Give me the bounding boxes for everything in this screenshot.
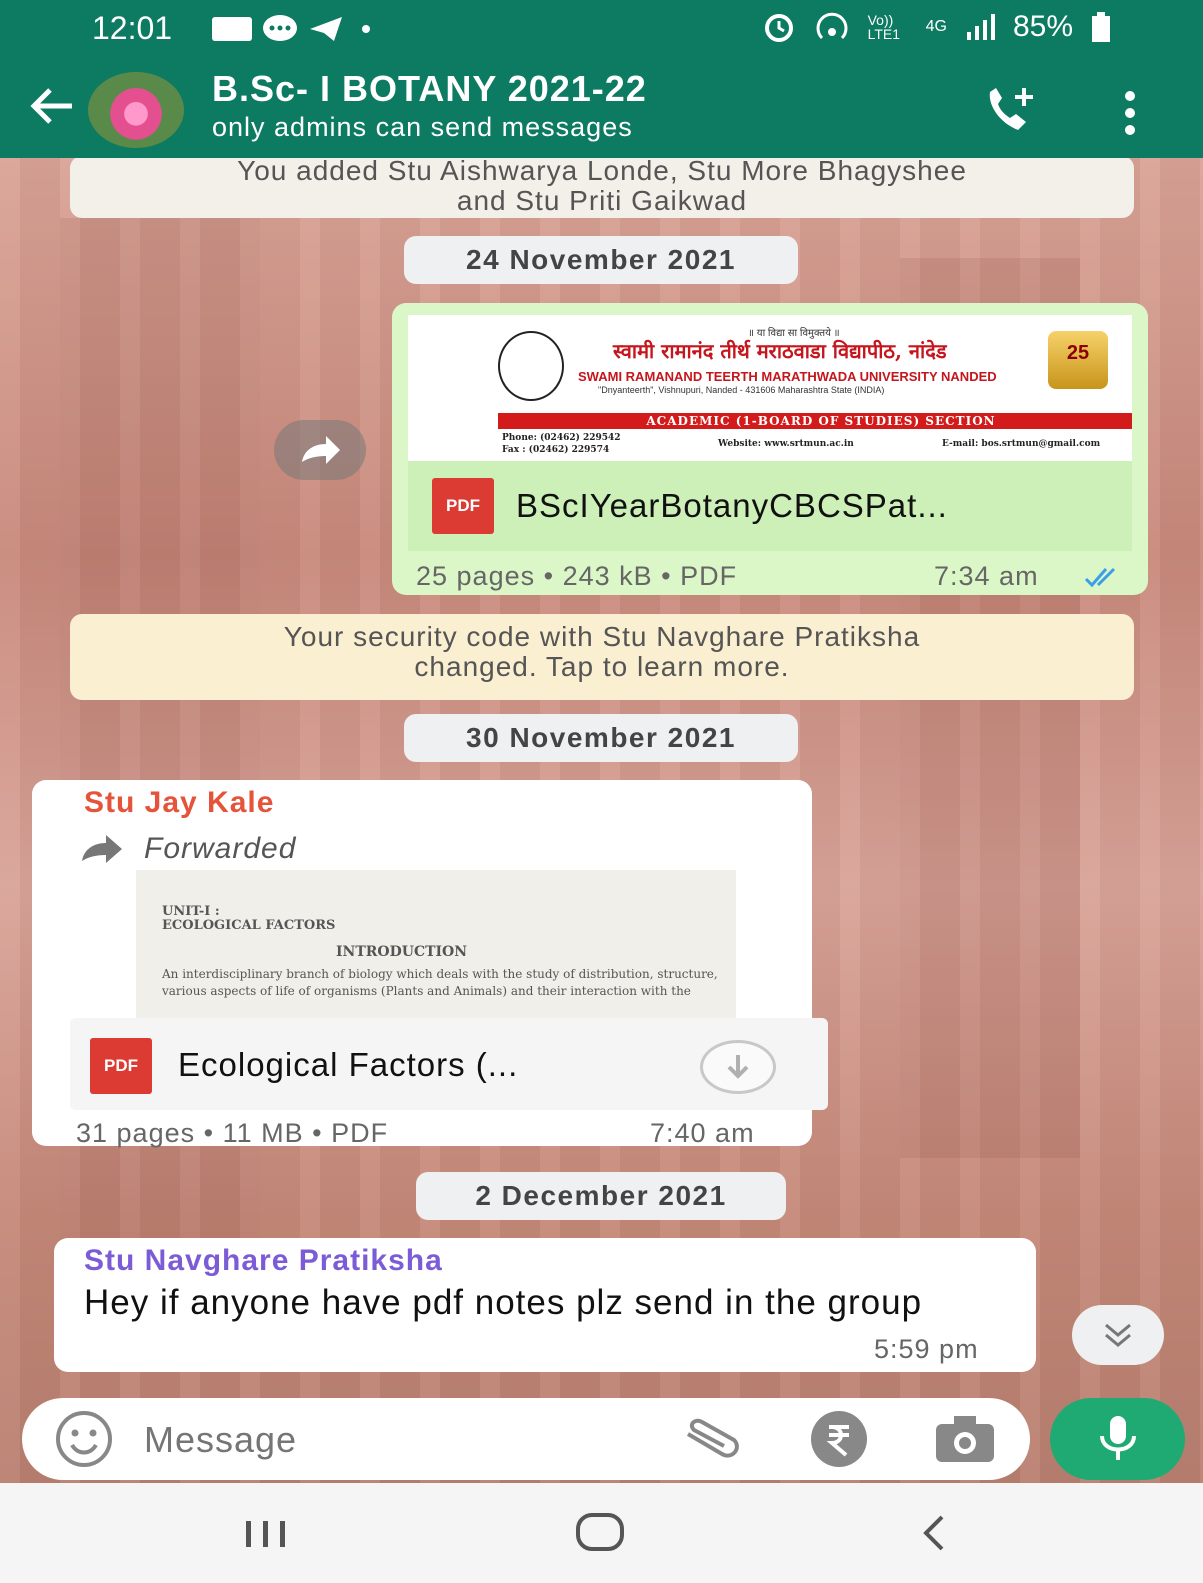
outgoing-document-message[interactable]: ॥ या विद्या सा विमुक्तये ॥ स्वामी रामानं… bbox=[392, 303, 1148, 595]
attach-icon[interactable] bbox=[678, 1414, 748, 1464]
document-file-name: BScIYearBotanyCBCSPat... bbox=[516, 487, 948, 524]
telegram-icon bbox=[310, 17, 342, 41]
scroll-down-icon bbox=[1105, 1323, 1131, 1347]
pdf-icon: PDF bbox=[90, 1038, 152, 1094]
add-call-icon[interactable] bbox=[980, 84, 1040, 138]
sender-name[interactable]: Stu Jay Kale bbox=[84, 786, 274, 820]
emoji-icon[interactable] bbox=[52, 1407, 116, 1471]
message-input[interactable] bbox=[142, 1410, 666, 1470]
forward-icon bbox=[82, 835, 122, 863]
document-size: 243 kB bbox=[562, 561, 653, 591]
system-navigation-bar bbox=[0, 1483, 1203, 1583]
date-chip: 30 November 2021 bbox=[404, 714, 798, 762]
document-type: PDF bbox=[331, 1118, 389, 1148]
document-size: 11 MB bbox=[222, 1118, 304, 1148]
university-logo bbox=[498, 331, 564, 401]
date-chip: 24 November 2021 bbox=[404, 236, 798, 284]
battery-icon bbox=[1092, 12, 1110, 42]
signal-icon bbox=[966, 14, 995, 40]
recents-icon[interactable] bbox=[226, 1503, 306, 1563]
document-preview[interactable]: ॥ या विद्या सा विमुक्तये ॥ स्वामी रामानं… bbox=[408, 315, 1132, 461]
message-time: 7:40 am bbox=[650, 1118, 755, 1148]
rupee-icon[interactable] bbox=[808, 1408, 870, 1470]
download-icon bbox=[727, 1055, 749, 1079]
battery-percent: 85% bbox=[1012, 10, 1073, 43]
volte-indicator: Vo)) LTE1 bbox=[867, 12, 901, 42]
home-icon[interactable] bbox=[560, 1503, 640, 1563]
document-meta: 25 pages • 243 kB • PDF bbox=[416, 561, 738, 591]
document-pages: 25 pages bbox=[416, 561, 536, 591]
group-subtitle[interactable]: only admins can send messages bbox=[212, 112, 633, 143]
group-title[interactable]: B.Sc- I BOTANY 2021-22 bbox=[212, 68, 647, 110]
document-file-row[interactable]: PDF BScIYearBotanyCBCSPat... bbox=[408, 461, 1132, 551]
preview-section-band: ACADEMIC (1-BOARD OF STUDIES) SECTION bbox=[498, 413, 1132, 429]
chat-notification-icon bbox=[263, 15, 297, 41]
wallpaper-pillar bbox=[60, 218, 260, 1318]
network-indicator: 4G bbox=[925, 18, 947, 35]
status-bar: 12:01 Vo)) LTE1 4G 85% bbox=[0, 0, 1203, 62]
preview-phone: Phone: (02462) 229542 bbox=[502, 433, 621, 443]
incoming-text-message[interactable]: Stu Navghare Pratiksha Hey if anyone hav… bbox=[54, 1238, 1036, 1372]
forwarded-label: Forwarded bbox=[78, 832, 296, 866]
forward-icon bbox=[302, 436, 340, 464]
preview-unit: UNIT-I : bbox=[162, 904, 220, 919]
mic-icon bbox=[1100, 1416, 1136, 1460]
notification-icons bbox=[212, 14, 370, 44]
status-time: 12:01 bbox=[92, 10, 173, 46]
preview-badge: 25 bbox=[1048, 331, 1108, 389]
download-button[interactable] bbox=[700, 1040, 776, 1094]
scroll-down-button[interactable] bbox=[1072, 1305, 1164, 1365]
chat-header: B.Sc- I BOTANY 2021-22 only admins can s… bbox=[0, 62, 1203, 158]
status-right: Vo)) LTE1 4G 85% bbox=[762, 10, 1111, 44]
news-notification-icon bbox=[212, 17, 252, 41]
back-arrow-icon[interactable] bbox=[26, 84, 76, 136]
mic-button[interactable] bbox=[1050, 1398, 1185, 1480]
preview-email: E-mail: bos.srtmun@gmail.com bbox=[942, 439, 1101, 449]
message-composer[interactable] bbox=[22, 1398, 1030, 1480]
preview-intro: INTRODUCTION bbox=[336, 944, 468, 960]
document-pages: 31 pages bbox=[76, 1118, 196, 1148]
group-avatar[interactable] bbox=[88, 72, 184, 148]
read-ticks-icon bbox=[1084, 567, 1116, 588]
camera-icon[interactable] bbox=[934, 1414, 996, 1464]
preview-hindi-title: स्वामी रामानंद तीर्थ मराठवाडा विद्यापीठ,… bbox=[613, 339, 947, 363]
document-type: PDF bbox=[680, 561, 738, 591]
more-vert-icon[interactable] bbox=[1120, 88, 1140, 138]
system-message-added: You added Stu Aishwarya Londe, Stu More … bbox=[70, 158, 1134, 218]
incoming-document-message[interactable]: Stu Jay Kale Forwarded UNIT-I : ECOLOGIC… bbox=[32, 780, 828, 1148]
hotspot-icon bbox=[816, 12, 848, 40]
date-chip: 2 December 2021 bbox=[416, 1172, 786, 1220]
document-preview[interactable]: UNIT-I : ECOLOGICAL FACTORS INTRODUCTION… bbox=[136, 870, 736, 1018]
dot-icon bbox=[362, 25, 370, 33]
preview-address: "Dnyanteerth", Vishnupuri, Nanded - 4316… bbox=[598, 385, 885, 395]
document-meta: 31 pages • 11 MB • PDF bbox=[76, 1118, 389, 1148]
pdf-icon: PDF bbox=[432, 478, 494, 534]
document-file-name: Ecological Factors (... bbox=[178, 1046, 519, 1083]
document-file-row[interactable]: PDF Ecological Factors (... bbox=[70, 1018, 828, 1110]
preview-fax: Fax : (02462) 229574 bbox=[502, 445, 610, 455]
forward-button[interactable] bbox=[274, 420, 366, 480]
preview-university: SWAMI RAMANAND TEERTH MARATHWADA UNIVERS… bbox=[578, 369, 997, 384]
back-icon[interactable] bbox=[894, 1503, 974, 1563]
system-message-security[interactable]: Your security code with Stu Navghare Pra… bbox=[70, 614, 1134, 700]
preview-heading: ECOLOGICAL FACTORS bbox=[162, 918, 336, 933]
sender-name[interactable]: Stu Navghare Pratiksha bbox=[84, 1244, 443, 1278]
preview-website: Website: www.srtmun.ac.in bbox=[718, 439, 854, 449]
message-time: 7:34 am bbox=[934, 561, 1039, 591]
message-time: 5:59 pm bbox=[874, 1334, 979, 1364]
preview-text: An interdisciplinary branch of biology w… bbox=[162, 967, 718, 998]
message-text: Hey if anyone have pdf notes plz send in… bbox=[84, 1283, 923, 1322]
alarm-icon bbox=[764, 14, 793, 42]
chat-area[interactable]: You added Stu Aishwarya Londe, Stu More … bbox=[0, 158, 1203, 1483]
